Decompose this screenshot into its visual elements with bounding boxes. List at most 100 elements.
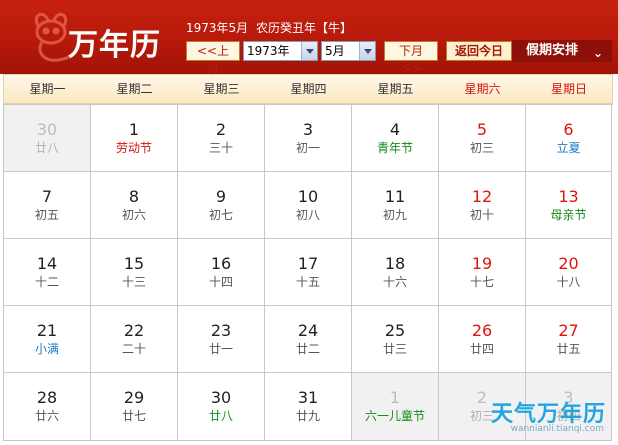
logo: 万年历	[24, 6, 174, 68]
day-cell[interactable]: 24 廿二	[265, 306, 352, 373]
day-cell[interactable]: 19 十七	[439, 239, 526, 306]
day-cell[interactable]: 28 廿六	[4, 373, 91, 441]
lunar-day-label: 初十	[469, 208, 494, 222]
chevron-down-icon	[359, 42, 375, 60]
day-cell[interactable]: 14 十二	[4, 239, 91, 306]
holiday-dropdown[interactable]: 假期安排 ⌄	[512, 40, 612, 62]
prev-month-button[interactable]: <<上月	[186, 41, 240, 76]
chevron-down-icon: ⌄	[592, 46, 603, 60]
day-cell[interactable]: 16 十四	[178, 239, 265, 306]
lunar-day-label: 劳动节	[115, 141, 152, 155]
day-number: 18	[384, 254, 406, 273]
brand-title: 万年历	[68, 28, 161, 63]
day-number: 19	[471, 254, 493, 273]
day-cell[interactable]: 10 初八	[265, 172, 352, 239]
day-cell[interactable]: 5 初三	[439, 105, 526, 172]
day-number: 9	[215, 187, 227, 206]
current-date-info: 1973年5月 农历癸丑年【牛】	[186, 19, 356, 36]
lunar-day-label: 立夏	[556, 141, 581, 155]
day-number: 7	[41, 187, 53, 206]
day-number: 27	[558, 321, 579, 340]
lunar-day-label: 十三	[121, 275, 146, 289]
day-cell[interactable]: 31 廿九	[265, 373, 352, 441]
lunar-day-label: 廿一	[208, 342, 233, 356]
day-cell[interactable]: 17 十五	[265, 239, 352, 306]
day-cell[interactable]: 22 二十	[91, 306, 178, 373]
lunar-day-label: 青年节	[376, 141, 413, 155]
holiday-label: 假期安排	[526, 43, 579, 58]
today-button[interactable]: 返回今日	[446, 41, 512, 61]
month-select[interactable]: 5月	[321, 41, 376, 61]
day-cell[interactable]: 20 十八	[526, 239, 612, 306]
day-cell[interactable]: 9 初七	[178, 172, 265, 239]
lunar-day-label: 六一儿童节	[364, 409, 425, 423]
lunar-day-label: 初九	[382, 208, 407, 222]
next-month-button[interactable]: 下月>>	[384, 41, 438, 76]
lunar-day-label: 小满	[34, 342, 59, 356]
day-cell[interactable]: 13 母亲节	[526, 172, 612, 239]
day-number: 21	[36, 321, 58, 340]
day-number: 10	[297, 187, 319, 206]
day-cell[interactable]: 30 廿八	[4, 105, 91, 172]
lunar-day-label: 廿七	[121, 409, 146, 423]
day-number: 11	[384, 187, 406, 206]
calendar-grid: 30 廿八 1 劳动节 2 三十 3 初一 4 青年节 5 初三 6 立夏 7 初五 8 初六 9 初七 10 初八 11 初…	[3, 104, 613, 441]
day-number: 17	[297, 254, 319, 273]
day-cell[interactable]: 30 廿八	[178, 373, 265, 441]
day-number: 30	[210, 388, 232, 407]
weekday-header: 星期一 星期二 星期三 星期四 星期五 星期六 星期日	[3, 74, 613, 104]
day-cell[interactable]: 4 青年节	[352, 105, 439, 172]
lunar-day-label: 十八	[556, 275, 581, 289]
day-number: 16	[210, 254, 232, 273]
day-number: 8	[128, 187, 140, 206]
lunar-day-label: 十七	[469, 275, 494, 289]
day-cell[interactable]: 21 小满	[4, 306, 91, 373]
lunar-day-label: 母亲节	[550, 208, 587, 222]
lunar-day-label: 廿五	[556, 342, 581, 356]
date-controls: <<上月 1973年 5月 下月>> 返回今日	[186, 40, 512, 76]
lunar-day-label: 廿六	[34, 409, 59, 423]
month-select-value: 5月	[325, 44, 345, 58]
day-cell[interactable]: 12 初十	[439, 172, 526, 239]
day-cell[interactable]: 6 立夏	[526, 105, 612, 172]
lunar-day-label: 初一	[295, 141, 320, 155]
day-number: 31	[297, 388, 319, 407]
day-number: 23	[210, 321, 232, 340]
weekday-label: 星期四	[290, 82, 327, 96]
solar-month-text: 1973年5月	[186, 21, 249, 35]
day-number: 15	[123, 254, 145, 273]
lunar-day-label: 三十	[208, 141, 233, 155]
day-number: 25	[384, 321, 406, 340]
day-number: 5	[476, 120, 488, 139]
day-cell[interactable]: 7 初五	[4, 172, 91, 239]
lunar-day-label: 廿九	[295, 409, 320, 423]
weekday-label: 星期三	[203, 82, 240, 96]
day-cell[interactable]: 15 十三	[91, 239, 178, 306]
lunar-day-label: 十四	[208, 275, 233, 289]
day-cell[interactable]: 2 三十	[178, 105, 265, 172]
day-number: 30	[36, 120, 58, 139]
day-cell[interactable]: 1 劳动节	[91, 105, 178, 172]
day-cell[interactable]: 18 十六	[352, 239, 439, 306]
lunar-day-label: 初六	[121, 208, 146, 222]
day-number: 1	[128, 120, 140, 139]
year-select-value: 1973年	[247, 44, 290, 58]
lunar-day-label: 初七	[208, 208, 233, 222]
day-number: 12	[471, 187, 493, 206]
day-cell[interactable]: 23 廿一	[178, 306, 265, 373]
day-cell[interactable]: 8 初六	[91, 172, 178, 239]
day-number: 14	[36, 254, 58, 273]
chevron-down-icon	[301, 42, 317, 60]
day-cell[interactable]: 1 六一儿童节	[352, 373, 439, 441]
day-number: 20	[558, 254, 579, 273]
day-cell[interactable]: 25 廿三	[352, 306, 439, 373]
lunar-day-label: 初五	[34, 208, 59, 222]
day-cell[interactable]: 26 廿四	[439, 306, 526, 373]
year-select[interactable]: 1973年	[243, 41, 318, 61]
day-cell[interactable]: 27 廿五	[526, 306, 612, 373]
day-cell[interactable]: 29 廿七	[91, 373, 178, 441]
day-cell[interactable]: 11 初九	[352, 172, 439, 239]
day-cell[interactable]: 3 初一	[265, 105, 352, 172]
watermark: 天气万年历 wannianli.tianqi.com	[472, 392, 616, 440]
weekday-label: 星期二	[116, 82, 153, 96]
